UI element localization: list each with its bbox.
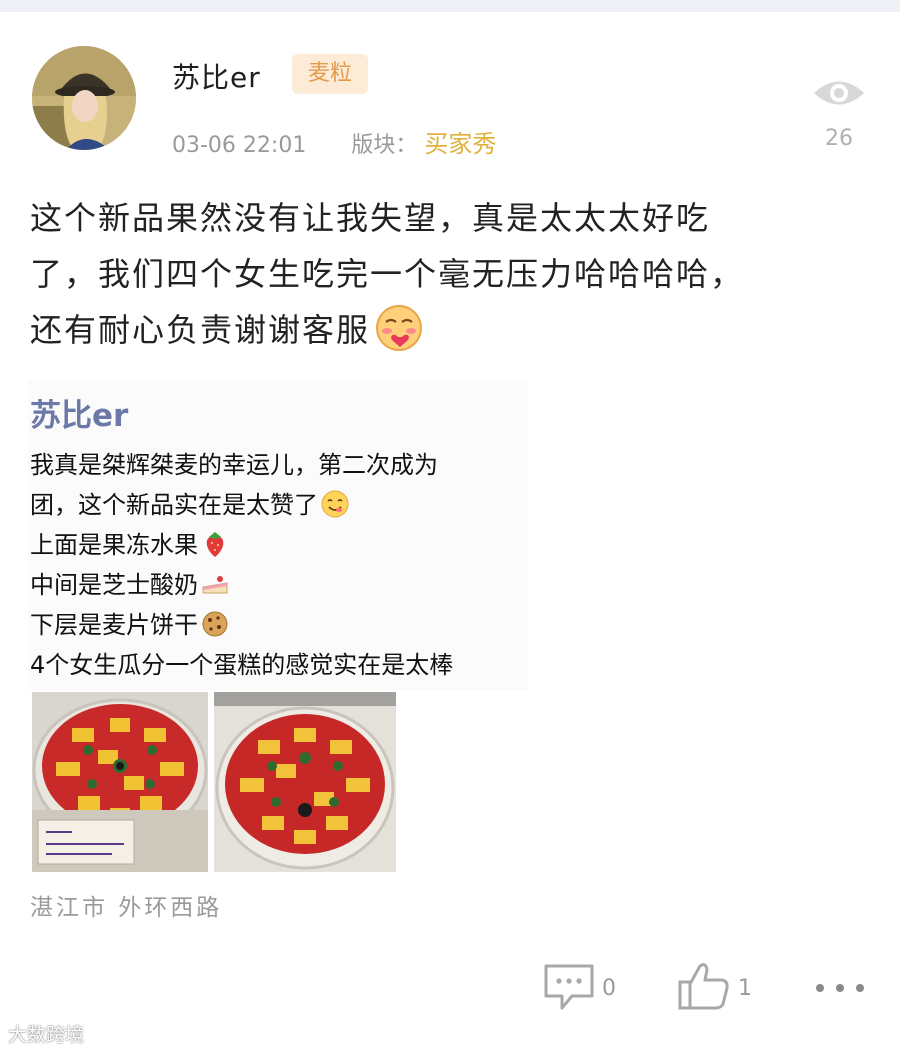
yum-emoji-icon — [320, 489, 350, 519]
embedded-text: 我真是桀辉桀麦的幸运儿，第二次成为 团，这个新品实在是太赞了 上面是果冻水果 中… — [30, 445, 526, 685]
embedded-line-content: 中间是芝士酸奶 — [30, 571, 198, 599]
board-link[interactable]: 买家秀 — [424, 130, 496, 158]
embedded-line: 4个女生瓜分一个蛋糕的感觉实在是太棒 — [30, 651, 454, 679]
embedded-line: 下层是麦片饼干 — [30, 605, 526, 645]
embedded-line-content: 团，这个新品实在是太赞了 — [30, 491, 318, 519]
cookie-icon — [200, 609, 230, 639]
view-count: 26 — [825, 126, 853, 151]
embedded-line: 中间是芝士酸奶 — [30, 565, 526, 605]
top-status-strip — [0, 0, 900, 12]
post-text-line: 还有耐心负责谢谢客服 — [30, 302, 860, 358]
blush-emoji-icon — [374, 303, 424, 353]
post-timestamp: 03-06 22:01 — [172, 133, 307, 158]
location-label[interactable]: 湛江市 外环西路 — [30, 888, 222, 922]
thumbs-up-icon — [678, 963, 729, 1010]
post-text-line: 了，我们四个女生吃完一个毫无压力哈哈哈哈， — [30, 255, 745, 293]
cake-icon — [200, 569, 230, 599]
embedded-username: 苏比er — [30, 398, 129, 434]
embedded-line: 团，这个新品实在是太赞了 — [30, 485, 526, 525]
watermark: 大数跨境 — [8, 1024, 85, 1046]
board-label: 版块： — [351, 133, 418, 158]
comment-button[interactable] — [540, 960, 600, 1014]
comment-icon — [544, 964, 594, 1010]
username[interactable]: 苏比er — [172, 56, 261, 96]
embedded-line: 我真是桀辉桀麦的幸运儿，第二次成为 — [30, 451, 438, 479]
post-text-line: 这个新品果然没有让我失望，真是太太太好吃 — [30, 199, 711, 237]
post-body: 这个新品果然没有让我失望，真是太太太好吃 了，我们四个女生吃完一个毫无压力哈哈哈… — [30, 190, 860, 358]
embedded-line-content: 上面是果冻水果 — [30, 531, 198, 559]
post-meta: 03-06 22:01 版块： 买家秀 — [172, 124, 496, 159]
level-badge: 麦粒 — [292, 54, 369, 94]
more-icon — [816, 984, 864, 992]
cake-photo[interactable] — [214, 692, 396, 872]
avatar[interactable] — [32, 46, 136, 150]
comment-count: 0 — [602, 976, 616, 1001]
embedded-line-content: 下层是麦片饼干 — [30, 611, 198, 639]
strawberry-icon — [200, 529, 230, 559]
eye-icon — [812, 76, 866, 110]
more-button[interactable] — [812, 978, 868, 998]
like-button[interactable] — [676, 960, 736, 1014]
embedded-line: 上面是果冻水果 — [30, 525, 526, 565]
like-count: 1 — [738, 976, 752, 1001]
post-text-line-content: 还有耐心负责谢谢客服 — [30, 311, 371, 349]
cake-photo[interactable] — [32, 692, 208, 872]
